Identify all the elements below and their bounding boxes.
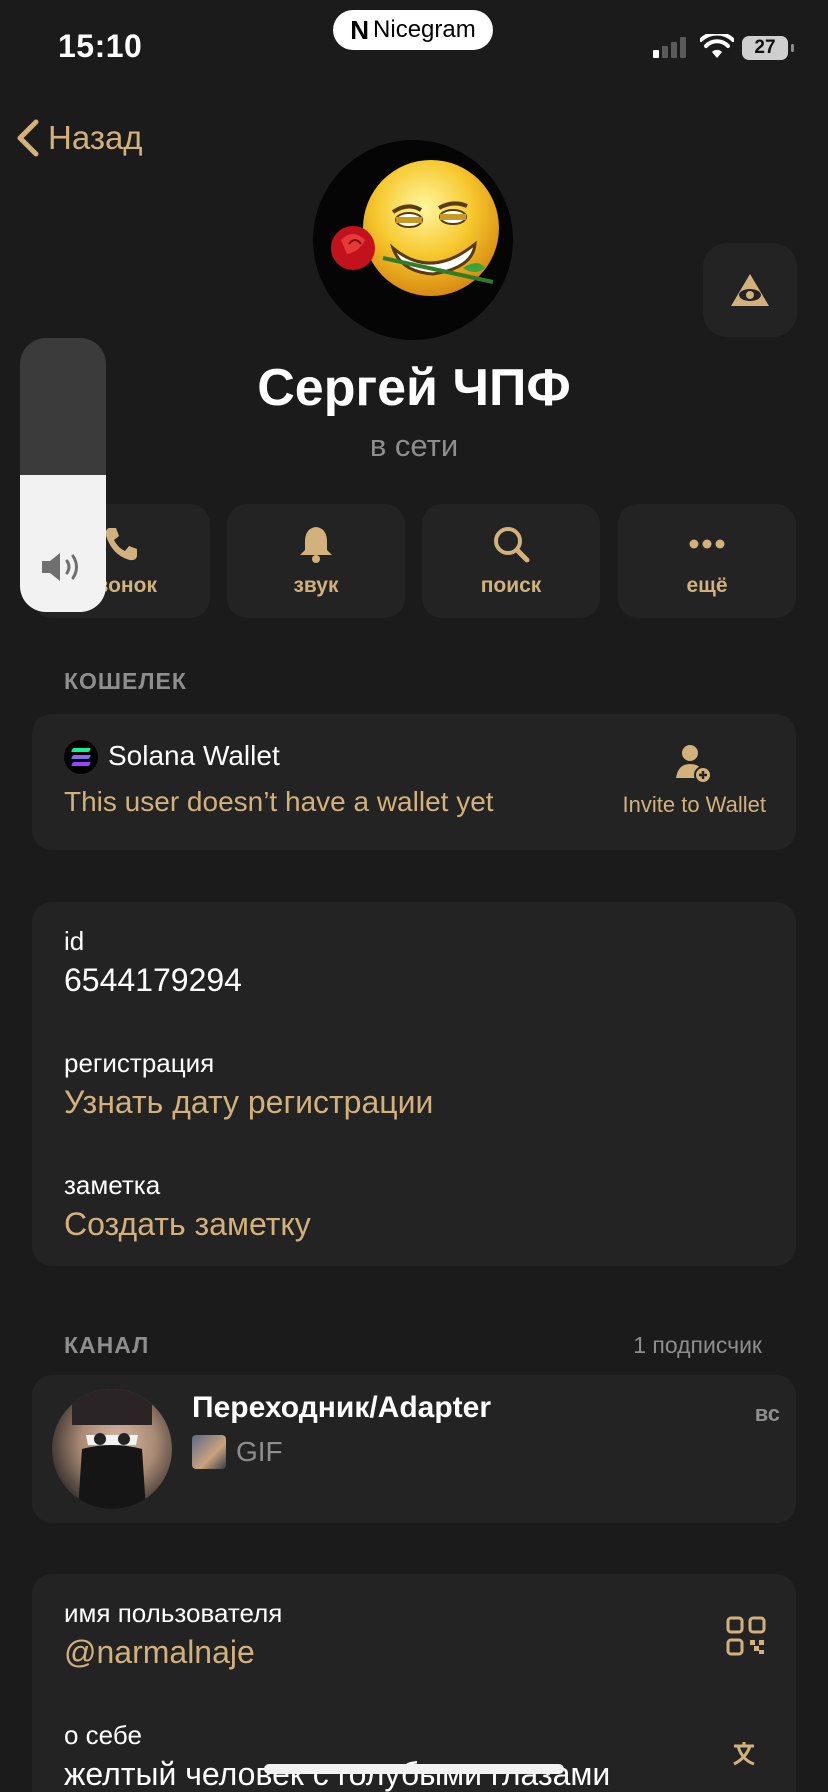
more-icon (689, 539, 725, 549)
search-label: поиск (480, 574, 542, 597)
back-button[interactable]: Назад (14, 118, 143, 158)
search-icon (494, 527, 530, 563)
registration-link[interactable]: Узнать дату регистрации (64, 1084, 433, 1121)
channel-name: Переходник/Adapter (192, 1391, 492, 1424)
invite-to-wallet-button[interactable]: Invite to Wallet (623, 744, 766, 818)
back-label: Назад (48, 119, 143, 156)
eye-of-providence-icon (731, 274, 769, 306)
chevron-left-icon (17, 119, 39, 157)
wallet-card[interactable]: Solana Wallet This user doesn’t have a w… (32, 714, 796, 850)
solana-icon (64, 740, 98, 774)
status-time: 15:10 (58, 28, 143, 64)
channel-avatar (52, 1389, 172, 1509)
channel-preview: GIF (192, 1435, 283, 1469)
eye-of-providence-button[interactable] (703, 243, 797, 337)
note-label: заметка (64, 1170, 161, 1200)
smirk-emoji-icon (331, 160, 499, 296)
channel-section-header: КАНАЛ (64, 1332, 150, 1358)
volume-level-fill (20, 475, 106, 612)
more-label: ещё (686, 574, 728, 597)
id-value[interactable]: 6544179294 (64, 962, 242, 999)
channel-date: вс (754, 1401, 780, 1426)
wallet-title: Solana Wallet (108, 740, 280, 771)
wallet-subtitle: This user doesn’t have a wallet yet (64, 786, 494, 817)
wifi-icon (699, 31, 735, 65)
profile-name: Сергей ЧПФ (257, 359, 571, 417)
invite-label: Invite to Wallet (622, 792, 766, 817)
more-button[interactable]: ещё (618, 504, 796, 618)
bio-value: желтый человек с голубыми глазами (64, 1756, 611, 1792)
sound-label: звук (293, 574, 339, 597)
channel-card[interactable]: Переходник/Adapter вс GIF (32, 1375, 796, 1523)
channel-preview-text: GIF (236, 1436, 283, 1467)
translate-icon[interactable] (730, 1738, 766, 1778)
search-button[interactable]: поиск (422, 504, 600, 618)
sound-button[interactable]: звук (227, 504, 405, 618)
battery-indicator: 27 (742, 36, 794, 60)
app-badge[interactable]: N Nicegram (333, 10, 493, 50)
home-indicator[interactable] (264, 1764, 564, 1774)
nicegram-logo-icon: N (350, 14, 370, 45)
id-label: id (64, 926, 85, 956)
create-note-link[interactable]: Создать заметку (64, 1206, 311, 1243)
channel-subscribers: 1 подписчик (633, 1332, 762, 1358)
gif-thumbnail (192, 1435, 226, 1469)
user-info-card: имя пользователя @narmalnaje о себе желт… (32, 1574, 796, 1792)
speaker-icon (42, 553, 78, 581)
cellular-signal-icon (653, 36, 686, 58)
action-bar: звонок звук поиск ещё (32, 504, 796, 618)
qr-code-icon[interactable] (726, 1616, 766, 1656)
profile-status: в сети (369, 428, 459, 463)
registration-label: регистрация (64, 1048, 215, 1078)
app-badge-label: Nicegram (373, 16, 476, 43)
wallet-section-header: КОШЕЛЕК (64, 668, 187, 694)
bell-icon (300, 527, 332, 563)
phone-icon (105, 528, 137, 561)
bio-label: о себе (64, 1720, 142, 1750)
add-user-icon (676, 745, 713, 784)
profile-avatar[interactable] (313, 140, 513, 340)
volume-hud (20, 338, 106, 612)
info-card: id 6544179294 регистрация Узнать дату ре… (32, 902, 796, 1266)
username-value[interactable]: @narmalnaje (64, 1634, 255, 1671)
username-label: имя пользователя (64, 1598, 283, 1628)
